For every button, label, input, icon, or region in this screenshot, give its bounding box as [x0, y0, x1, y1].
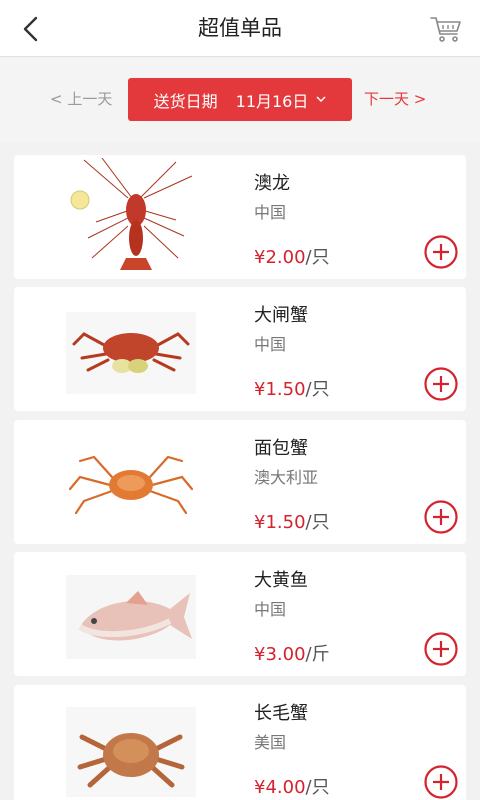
- product-price-line: ¥1.50/只: [254, 375, 330, 401]
- plus-circle-icon: [424, 765, 458, 799]
- yellow-croaker-image: [56, 552, 206, 676]
- product-unit: /只: [305, 777, 330, 798]
- product-price: ¥3.00: [254, 644, 306, 665]
- product-unit: /斤: [305, 644, 330, 665]
- product-name: 长毛蟹: [254, 703, 308, 724]
- product-unit: /只: [305, 379, 330, 400]
- product-origin: 中国: [254, 335, 287, 354]
- product-name: 面包蟹: [254, 438, 308, 459]
- delivery-date-selector[interactable]: 送货日期 11月16日: [128, 78, 352, 121]
- cart-icon: [430, 17, 461, 42]
- product-name: 澳龙: [254, 173, 290, 194]
- next-day-link[interactable]: 下一天 >: [364, 88, 426, 109]
- product-name: 大黄鱼: [254, 570, 308, 591]
- product-price-line: ¥3.00/斤: [254, 640, 330, 666]
- product-price-line: ¥1.50/只: [254, 508, 330, 534]
- hairy-crab-image: [56, 287, 206, 411]
- add-to-cart-button[interactable]: [424, 367, 458, 401]
- page-title: 超值单品: [198, 16, 282, 40]
- product-unit: /只: [305, 512, 330, 533]
- add-to-cart-button[interactable]: [424, 765, 458, 799]
- product-price-line: ¥4.00/只: [254, 773, 330, 799]
- product-origin: 美国: [254, 733, 287, 752]
- add-to-cart-button[interactable]: [424, 235, 458, 269]
- product-origin: 澳大利亚: [254, 468, 319, 487]
- plus-circle-icon: [424, 235, 458, 269]
- plus-circle-icon: [424, 500, 458, 534]
- product-name: 大闸蟹: [254, 305, 308, 326]
- product-card[interactable]: 面包蟹 澳大利亚 ¥1.50/只: [14, 420, 466, 544]
- product-card[interactable]: 大闸蟹 中国 ¥1.50/只: [14, 287, 466, 411]
- plus-circle-icon: [424, 367, 458, 401]
- product-unit: /只: [305, 247, 330, 268]
- product-price-line: ¥2.00/只: [254, 243, 330, 269]
- plus-circle-icon: [424, 632, 458, 666]
- product-card[interactable]: 大黄鱼 中国 ¥3.00/斤: [14, 552, 466, 676]
- product-price: ¥4.00: [254, 777, 306, 798]
- product-price: ¥2.00: [254, 247, 306, 268]
- delivery-date-bar: < 上一天 送货日期 11月16日 下一天 >: [0, 58, 480, 142]
- product-origin: 中国: [254, 203, 287, 222]
- chevron-down-icon: [316, 96, 326, 103]
- delivery-date-value: 11月16日: [235, 91, 309, 111]
- previous-day-link[interactable]: < 上一天: [50, 88, 112, 109]
- product-origin: 中国: [254, 600, 287, 619]
- hair-crab-image: [56, 685, 206, 800]
- cart-button[interactable]: [428, 12, 464, 46]
- delivery-date-label: 送货日期: [153, 91, 218, 111]
- product-price: ¥1.50: [254, 379, 306, 400]
- brown-crab-image: [56, 420, 206, 544]
- lobster-image: [56, 155, 206, 279]
- top-bar: 超值单品: [0, 0, 480, 57]
- product-card[interactable]: 长毛蟹 美国 ¥4.00/只: [14, 685, 466, 800]
- product-card[interactable]: 澳龙 中国 ¥2.00/只: [14, 155, 466, 279]
- add-to-cart-button[interactable]: [424, 632, 458, 666]
- product-price: ¥1.50: [254, 512, 306, 533]
- add-to-cart-button[interactable]: [424, 500, 458, 534]
